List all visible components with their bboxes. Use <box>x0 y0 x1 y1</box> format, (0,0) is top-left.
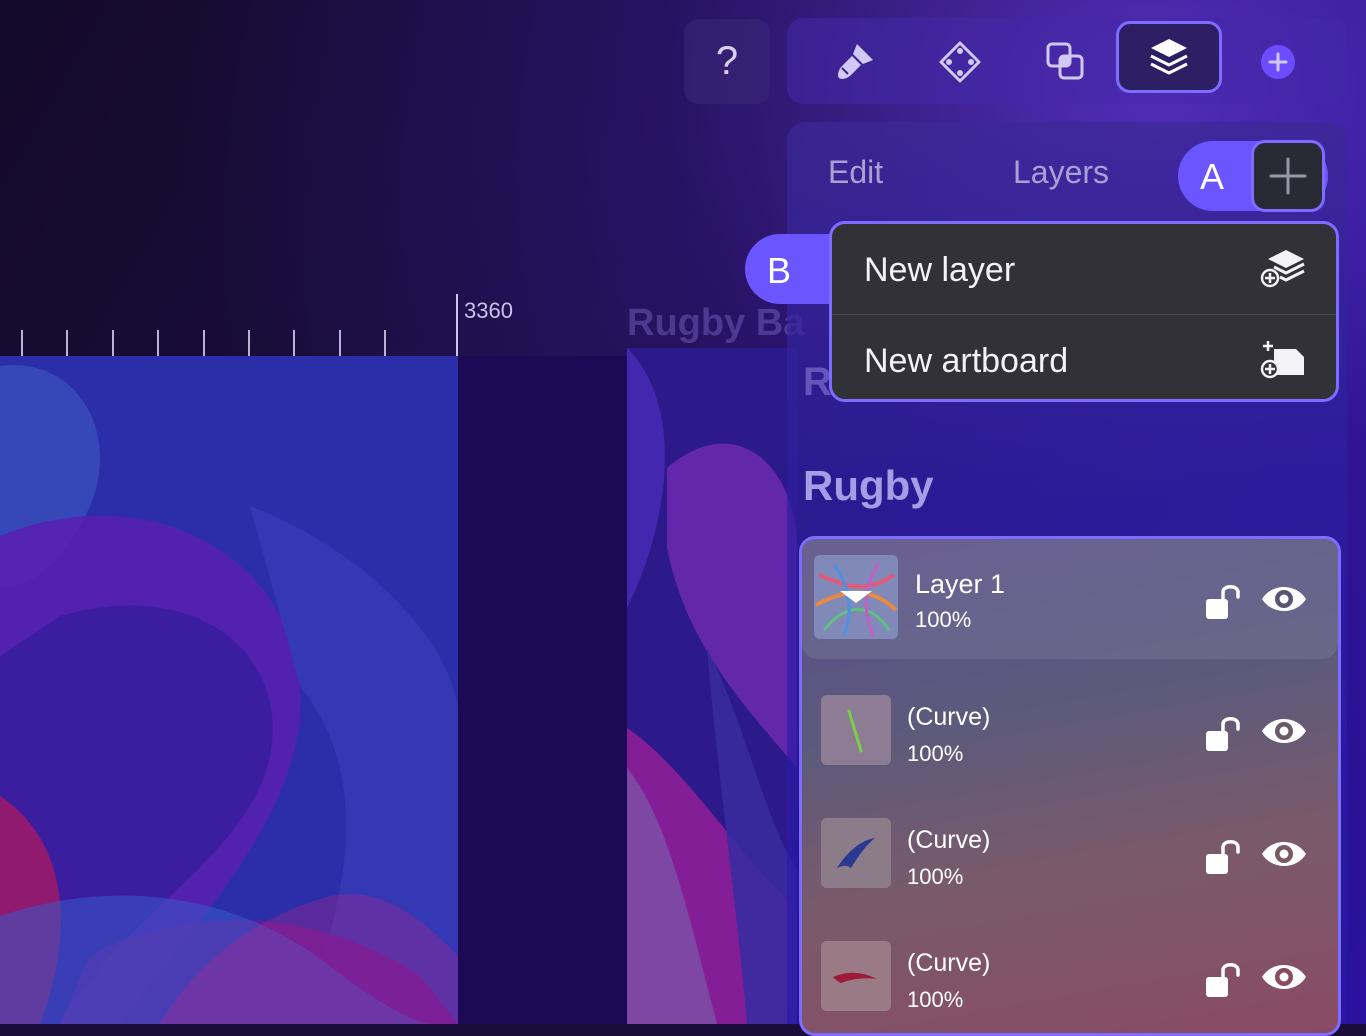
callout-label-a: A <box>1200 156 1225 197</box>
layer-thumbnail <box>821 941 891 1011</box>
boolean-tool-button[interactable] <box>1040 36 1092 88</box>
unlock-icon[interactable] <box>1204 959 1244 999</box>
plus-icon <box>1269 157 1307 195</box>
artboard-canvas[interactable] <box>0 356 458 1024</box>
artboard-canvas-2[interactable] <box>627 348 797 1024</box>
tool-switcher <box>787 18 1347 104</box>
menu-item-new-layer[interactable]: New layer <box>832 224 1336 313</box>
artboard-group-title[interactable]: Rugby <box>803 462 934 510</box>
eye-icon[interactable] <box>1260 957 1308 997</box>
tab-edit[interactable]: Edit <box>828 154 883 191</box>
layer-row[interactable]: (Curve) 100% <box>802 925 1338 1033</box>
layer-thumbnail <box>814 555 898 639</box>
layer-list: Layer 1 100% (Curve) 100% (Curve) 100% (… <box>799 536 1341 1036</box>
ruler-value: 3360 <box>464 298 513 323</box>
new-layer-icon <box>1260 250 1305 288</box>
eye-icon[interactable] <box>1260 711 1308 751</box>
layer-thumbnail-art <box>814 555 898 639</box>
layer-opacity: 100% <box>907 864 964 889</box>
layer-opacity: 100% <box>907 987 964 1012</box>
boolean-icon <box>1046 42 1084 80</box>
layer-thumbnail <box>821 695 891 765</box>
unlock-icon[interactable] <box>1204 713 1244 753</box>
unlock-icon[interactable] <box>1204 581 1244 621</box>
menu-item-label: New artboard <box>864 342 1069 380</box>
add-circle-icon <box>1261 45 1295 79</box>
help-button[interactable]: ? <box>684 19 770 104</box>
layer-row[interactable]: Layer 1 100% <box>802 539 1338 659</box>
layer-thumbnail-art <box>821 695 891 765</box>
eye-icon[interactable] <box>1260 579 1308 619</box>
layer-opacity: 100% <box>915 607 972 632</box>
layer-thumbnail-art <box>821 818 891 888</box>
layers-icon <box>1150 39 1188 75</box>
layer-opacity: 100% <box>907 741 964 766</box>
layer-thumbnail <box>821 818 891 888</box>
menu-item-new-artboard[interactable]: New artboard <box>832 315 1336 399</box>
new-artboard-icon <box>1260 341 1304 379</box>
layer-row[interactable]: (Curve) 100% <box>802 679 1338 799</box>
canvas-gap <box>458 356 627 1024</box>
add-layer-button[interactable] <box>1251 140 1325 212</box>
tab-layers[interactable]: Layers <box>1013 154 1109 191</box>
layer-thumbnail-art <box>821 941 891 1011</box>
eye-icon[interactable] <box>1260 834 1308 874</box>
layer-name: (Curve) <box>907 826 991 854</box>
layers-tool-button[interactable] <box>1116 21 1222 93</box>
artboard-artwork <box>0 356 458 1024</box>
unlock-icon[interactable] <box>1204 836 1244 876</box>
add-menu: New layer New artboard <box>829 221 1339 402</box>
transform-icon <box>939 41 981 83</box>
transform-tool-button[interactable] <box>934 36 986 88</box>
layer-name: (Curve) <box>907 949 991 977</box>
artboard-2-artwork <box>627 348 797 1024</box>
layer-name: (Curve) <box>907 703 991 731</box>
callout-label-b: B <box>767 250 792 291</box>
horizontal-ruler[interactable] <box>0 294 470 356</box>
brush-tool-button[interactable] <box>829 36 881 88</box>
menu-item-label: New layer <box>864 251 1016 289</box>
artboard-group-title-obscured: R <box>803 360 832 404</box>
brush-icon <box>838 44 873 79</box>
add-panel-button[interactable] <box>1252 36 1304 88</box>
artboard-title[interactable]: Rugby Ba <box>627 302 804 345</box>
layer-name: Layer 1 <box>915 569 1006 599</box>
layer-row[interactable]: (Curve) 100% <box>802 802 1338 922</box>
